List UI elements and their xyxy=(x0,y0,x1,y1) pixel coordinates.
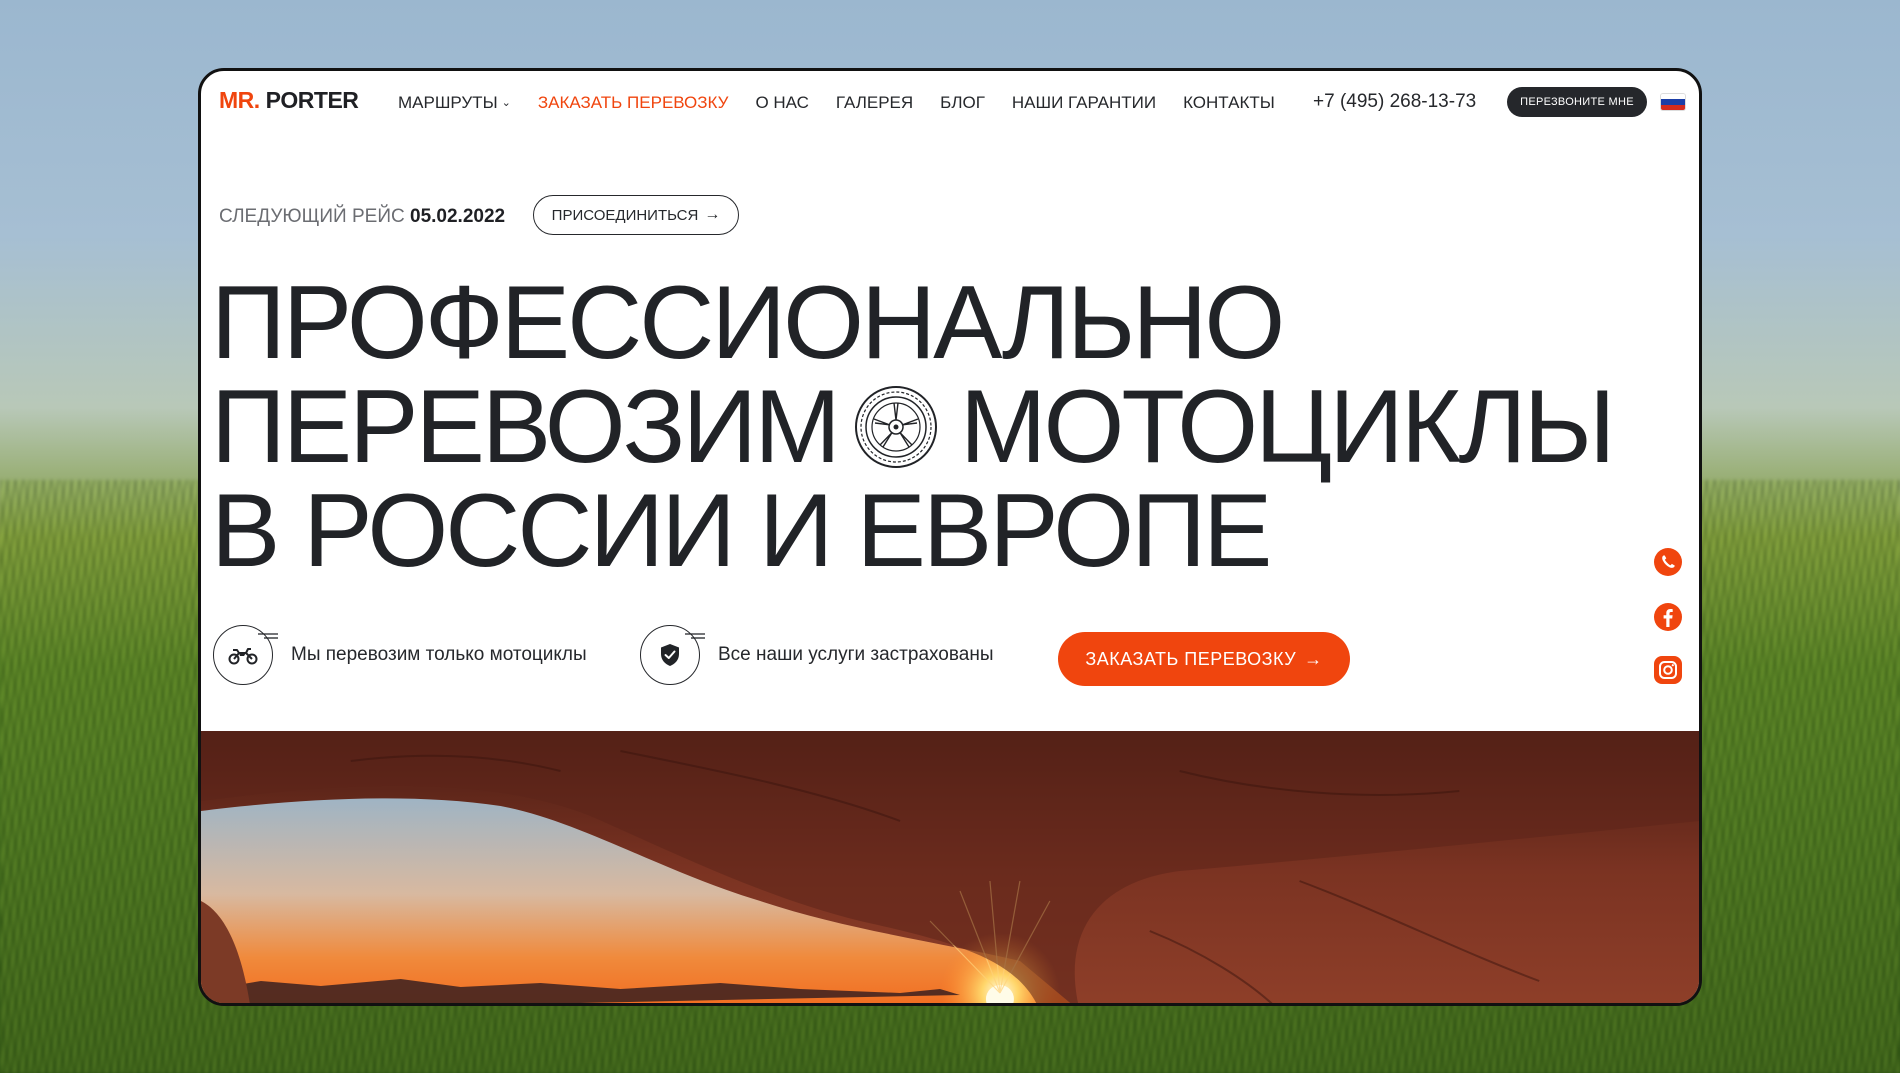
motorcycle-icon xyxy=(228,648,258,665)
wheel-icon xyxy=(854,385,937,468)
headline-line-1: ПРОФЕССИОНАЛЬНО xyxy=(211,265,1285,381)
facebook-icon[interactable] xyxy=(1653,602,1683,632)
top-navigation: MR. PORTER МАРШРУТЫ ⌄ ЗАКАЗАТЬ ПЕРЕВОЗКУ … xyxy=(201,71,1699,135)
feature-insured: Все наши услуги застрахованы xyxy=(640,625,993,685)
next-trip-label: СЛЕДУЮЩИЙ РЕЙС xyxy=(219,206,405,227)
feature-icon-circle xyxy=(213,625,278,685)
feature-only-motorcycles: Мы перевозим только мотоциклы xyxy=(213,625,587,685)
menu-item-gallery[interactable]: ГАЛЕРЕЯ xyxy=(836,93,913,113)
shield-check-icon xyxy=(661,644,679,666)
feature-text: Все наши услуги застрахованы xyxy=(718,644,994,665)
headline-line-3: В РОССИИ И ЕВРОПЕ xyxy=(211,473,1272,589)
hero-image-rock-arch-sunset xyxy=(201,731,1699,1003)
order-transport-button[interactable]: ЗАКАЗАТЬ ПЕРЕВОЗКУ → xyxy=(1058,632,1350,686)
logo-name: PORTER xyxy=(265,87,359,113)
join-button-label: ПРИСОЕДИНИТЬСЯ xyxy=(551,206,699,224)
instagram-icon[interactable] xyxy=(1653,655,1683,685)
menu-item-blog[interactable]: БЛОГ xyxy=(940,93,985,113)
headline-line-2a: ПЕРЕВОЗИМ xyxy=(211,369,841,485)
order-button-label: ЗАКАЗАТЬ ПЕРЕВОЗКУ xyxy=(1085,648,1297,669)
menu-item-about[interactable]: О НАС xyxy=(755,93,808,113)
menu-item-guarantees[interactable]: НАШИ ГАРАНТИИ xyxy=(1012,93,1156,113)
menu-item-contacts[interactable]: КОНТАКТЫ xyxy=(1183,93,1275,113)
menu-item-routes[interactable]: МАРШРУТЫ ⌄ xyxy=(398,93,511,113)
speed-lines-icon xyxy=(685,633,705,639)
chevron-down-icon: ⌄ xyxy=(501,97,511,109)
russian-flag-icon[interactable] xyxy=(1661,94,1685,110)
speed-lines-icon xyxy=(258,633,278,639)
browser-window: MR. PORTER МАРШРУТЫ ⌄ ЗАКАЗАТЬ ПЕРЕВОЗКУ … xyxy=(198,68,1702,1006)
feature-text: Мы перевозим только мотоциклы xyxy=(291,644,587,665)
arrow-right-icon: → xyxy=(1304,648,1323,669)
headline-line-2: ПЕРЕВОЗИМ МОТОЦИКЛЫ xyxy=(211,375,1616,479)
main-menu: МАРШРУТЫ ⌄ ЗАКАЗАТЬ ПЕРЕВОЗКУ О НАС ГАЛЕР… xyxy=(398,93,1302,113)
logo[interactable]: MR. PORTER xyxy=(219,87,359,114)
next-trip-date: 05.02.2022 xyxy=(410,206,506,227)
menu-item-label: МАРШРУТЫ xyxy=(398,93,498,112)
next-trip-info: СЛЕДУЮЩИЙ РЕЙС 05.02.2022 xyxy=(219,206,505,228)
phone-number[interactable]: +7 (495) 268-13-73 xyxy=(1313,91,1476,113)
menu-item-order[interactable]: ЗАКАЗАТЬ ПЕРЕВОЗКУ xyxy=(538,93,729,113)
logo-prefix: MR. xyxy=(219,87,260,113)
headline-line-2b: МОТОЦИКЛЫ xyxy=(959,369,1616,485)
arrow-right-icon: → xyxy=(704,206,721,223)
hero-headline: ПРОФЕССИОНАЛЬНО ПЕРЕВОЗИМ МОТОЦИКЛЫ В РО… xyxy=(211,265,1616,589)
join-button[interactable]: ПРИСОЕДИНИТЬСЯ → xyxy=(533,195,739,235)
callback-button[interactable]: ПЕРЕЗВОНИТЕ МНЕ xyxy=(1507,87,1647,117)
whatsapp-icon[interactable] xyxy=(1653,547,1683,577)
feature-icon-circle xyxy=(640,625,705,685)
